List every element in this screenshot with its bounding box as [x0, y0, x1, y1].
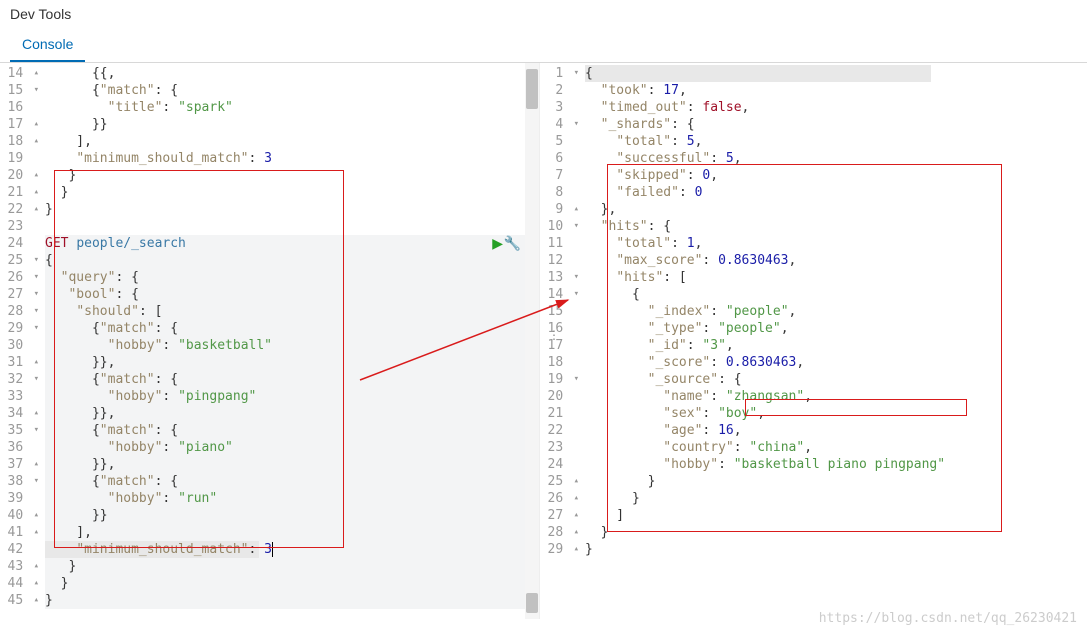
- scrollbar-thumb[interactable]: [526, 69, 538, 109]
- left-scrollbar[interactable]: [525, 63, 539, 619]
- wrench-icon[interactable]: 🔧: [504, 235, 521, 252]
- response-editor[interactable]: { "took": 17, "timed_out": false, "_shar…: [585, 63, 945, 558]
- editor-panels: ▶ 🔧 14 ▴15 ▾16 17 ▴18 ▴19 20 ▴21 ▴22 ▴23…: [0, 63, 1087, 619]
- tab-console[interactable]: Console: [10, 28, 85, 62]
- request-editor[interactable]: {{, {"match": { "title": "spark" }} ], "…: [45, 63, 273, 609]
- response-editor-pane: 1 ▾2 3 4 ▾5 6 7 8 9 ▴10 ▾11 12 13 ▾14 ▾1…: [540, 63, 1087, 619]
- watermark: https://blog.csdn.net/qq_26230421: [819, 611, 1077, 626]
- scrollbar-thumb-bottom[interactable]: [526, 593, 538, 613]
- tabs-bar: Console: [0, 28, 1087, 63]
- pane-splitter[interactable]: ⋮: [548, 333, 560, 337]
- header: Dev Tools: [0, 0, 1087, 22]
- page-title: Dev Tools: [10, 6, 1077, 22]
- right-gutter: 1 ▾2 3 4 ▾5 6 7 8 9 ▴10 ▾11 12 13 ▾14 ▾1…: [540, 63, 585, 558]
- left-gutter: 14 ▴15 ▾16 17 ▴18 ▴19 20 ▴21 ▴22 ▴23 24 …: [0, 63, 45, 609]
- run-icon[interactable]: ▶: [492, 235, 503, 252]
- request-editor-pane: ▶ 🔧 14 ▴15 ▾16 17 ▴18 ▴19 20 ▴21 ▴22 ▴23…: [0, 63, 540, 619]
